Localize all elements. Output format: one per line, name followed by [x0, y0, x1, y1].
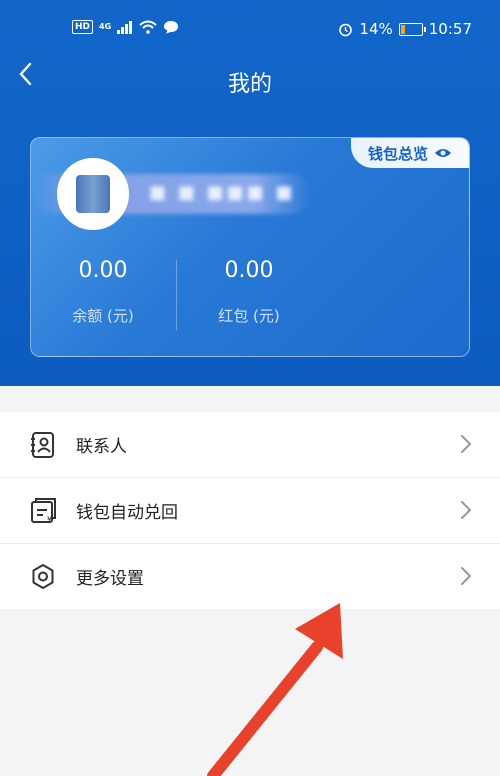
wallet-overview-tab[interactable]: 钱包总览: [351, 138, 469, 168]
username-masked: ■ ■ ■■■ ■: [149, 182, 296, 203]
settings-menu: 联系人 ¥ 钱包自动兑回 更多设置: [0, 412, 500, 609]
wifi-icon: [139, 20, 157, 34]
wallet-overview-label: 钱包总览: [367, 144, 428, 163]
avatar[interactable]: [57, 158, 129, 230]
network-type: 4G: [99, 22, 112, 31]
red-packet-stat[interactable]: 0.00 红包 (元): [179, 258, 319, 326]
menu-item-wallet-auto-exchange[interactable]: ¥ 钱包自动兑回: [0, 477, 500, 543]
stat-divider: [176, 260, 177, 330]
contacts-icon: [31, 432, 54, 458]
wallet-exchange-icon: ¥: [31, 498, 56, 524]
red-packet-label: 红包 (元): [218, 307, 280, 325]
page-title: 我的: [227, 72, 272, 97]
red-packet-value: 0.00: [224, 258, 274, 283]
profile-header: HD 4G 14% 10:57 我的 钱包总览 ■ ■ ■■■ ■ 0.00 余…: [0, 0, 500, 386]
chevron-right-icon: [461, 567, 472, 585]
eye-icon[interactable]: [434, 147, 452, 159]
clock: 10:57: [428, 20, 472, 38]
balance-label: 余额 (元): [72, 307, 134, 325]
nav-bar: 我的: [0, 58, 500, 102]
chevron-right-icon: [461, 435, 472, 453]
alarm-icon: [339, 23, 353, 36]
battery-icon: [398, 22, 426, 36]
annotation-arrow-icon: [207, 603, 343, 776]
chevron-right-icon: [461, 501, 472, 519]
status-bar: HD 4G 14% 10:57: [0, 0, 500, 58]
svg-text:¥: ¥: [47, 515, 52, 524]
battery-percent: 14%: [359, 20, 393, 38]
signal-icon: [117, 20, 133, 34]
balance-stat[interactable]: 0.00 余额 (元): [33, 258, 173, 326]
balance-value: 0.00: [78, 258, 128, 283]
menu-label-wallet-auto-exchange: 钱包自动兑回: [76, 503, 178, 523]
menu-item-contacts[interactable]: 联系人: [0, 412, 500, 477]
message-icon: [164, 21, 179, 34]
hd-badge: HD: [72, 20, 94, 34]
menu-label-more-settings: 更多设置: [76, 569, 144, 589]
gear-icon: [32, 564, 54, 589]
menu-label-contacts: 联系人: [76, 437, 127, 457]
wallet-card[interactable]: 钱包总览 ■ ■ ■■■ ■ 0.00 余额 (元) 0.00 红包 (元): [30, 137, 470, 357]
